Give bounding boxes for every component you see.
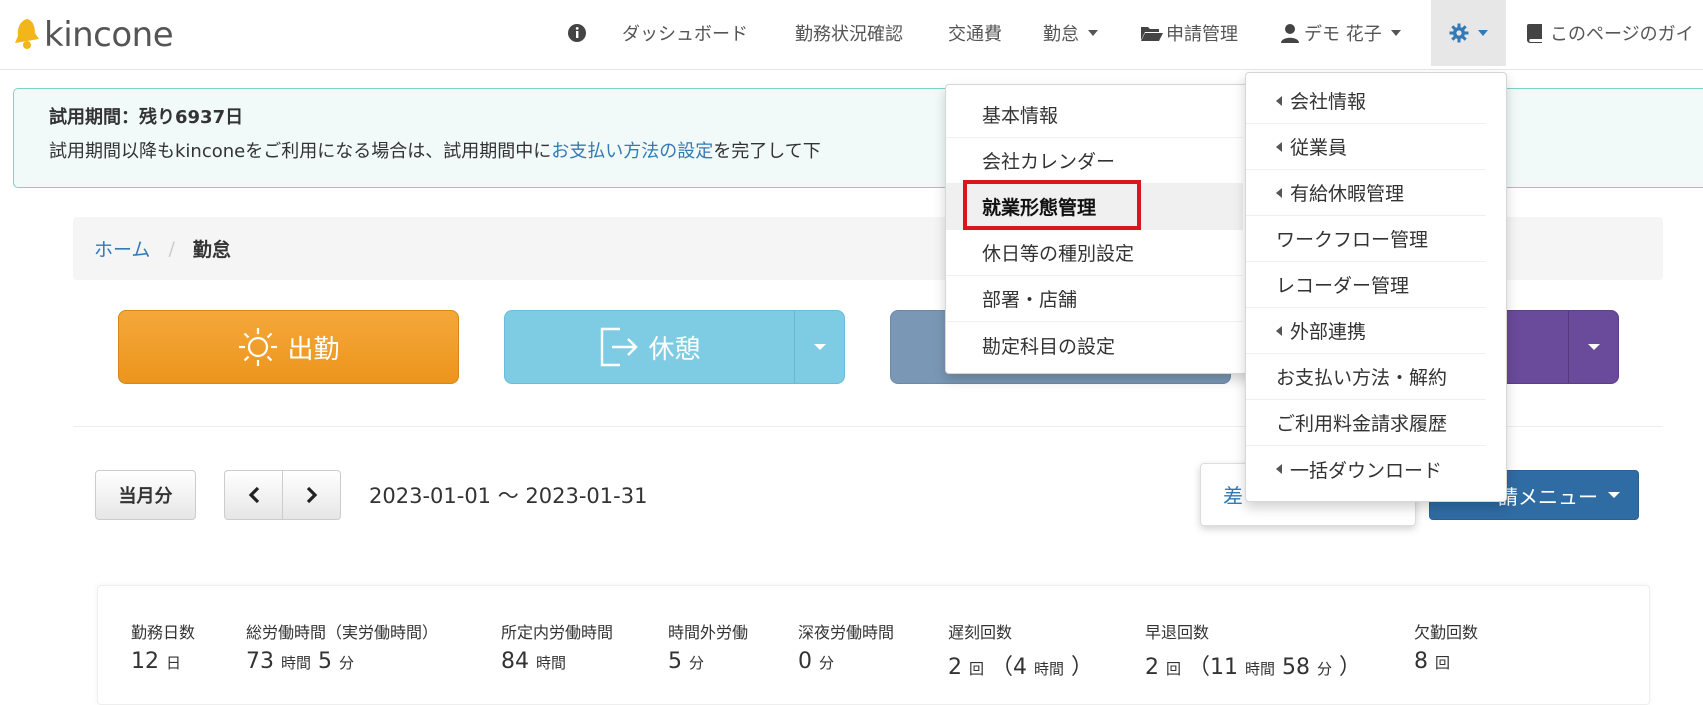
chevron-down-icon [1088, 30, 1098, 36]
trial-text-after: を完了して下 [713, 141, 821, 162]
nav-user-menu[interactable]: デモ 花子 [1280, 0, 1401, 66]
attendance-summary: 勤務日数 12 日 総労働時間（実労働時間） 73 時間 5 分 所定内労働時間… [97, 585, 1650, 705]
purple-dropdown-toggle[interactable] [1568, 311, 1618, 383]
chevron-down-icon [1478, 30, 1488, 36]
stat-total-work-time: 総労働時間（実労働時間） 73 時間 5 分 [246, 623, 439, 674]
breadcrumb-home[interactable]: ホーム [94, 235, 150, 262]
nav-request-management[interactable]: 申請管理 [1140, 0, 1238, 66]
stat-work-days: 勤務日数 12 日 [131, 623, 196, 674]
stat-late-count: 遅刻回数 2 回 （4 時間 ） [948, 623, 1094, 680]
chevron-down-icon [1608, 492, 1620, 498]
book-icon [1527, 24, 1542, 43]
settings-menu-toggle[interactable] [1431, 0, 1506, 66]
clock-in-label: 出勤 [287, 334, 340, 365]
current-month-button[interactable]: 当月分 [95, 470, 196, 520]
nav-page-guide-label: このページのガイ [1550, 24, 1694, 45]
logo-text: kincone [44, 15, 174, 55]
payment-settings-link[interactable]: お支払い方法の設定 [551, 141, 713, 162]
menu-item-company-info[interactable]: 会社情報 [1246, 78, 1486, 124]
caret-left-icon [1276, 95, 1282, 106]
application-menu-label: 請メニュー [1498, 484, 1598, 509]
menu-item-workflow[interactable]: ワークフロー管理 [1246, 216, 1486, 262]
menu-item-paid-leave[interactable]: 有給休暇管理 [1246, 170, 1486, 216]
menu-item-bulk-download[interactable]: 一括ダウンロード [1246, 446, 1486, 492]
caret-left-icon [1276, 325, 1282, 336]
menu-item-company-calendar[interactable]: 会社カレンダー [946, 138, 1243, 184]
caret-left-icon [1276, 141, 1282, 152]
stat-overtime: 時間外労働 5 分 [668, 623, 749, 674]
stat-night-work: 深夜労働時間 0 分 [798, 623, 895, 674]
trial-text-before: 試用期間以降もkinconeをご利用になる場合は、試用期間中に [49, 141, 552, 162]
caret-left-icon [1276, 187, 1282, 198]
menu-item-billing-history[interactable]: ご利用料金請求履歴 [1246, 400, 1486, 446]
menu-item-account-settings[interactable]: 勘定科目の設定 [946, 322, 1243, 368]
nav-page-guide[interactable]: このページのガイ [1526, 0, 1694, 66]
break-label: 休憩 [648, 334, 701, 365]
purple-action-button[interactable] [1495, 310, 1619, 384]
break-button[interactable]: 休憩 [504, 310, 845, 384]
user-icon [1281, 24, 1299, 43]
gear-icon [1449, 23, 1469, 43]
nav-user-name: デモ 花子 [1304, 24, 1382, 45]
kincone-logo[interactable]: kincone [12, 10, 174, 60]
chevron-down-icon [813, 344, 826, 350]
stat-scheduled-work-time: 所定内労働時間 84 時間 [501, 623, 614, 674]
chevron-left-icon [248, 486, 259, 504]
nav-dashboard[interactable]: ダッシュボード [622, 0, 748, 66]
breadcrumb-current: 勤怠 [192, 239, 231, 261]
prev-month-button[interactable] [224, 470, 283, 520]
sign-out-icon [601, 327, 639, 367]
break-dropdown-toggle[interactable] [794, 311, 844, 383]
menu-item-departments-stores[interactable]: 部署・店舗 [946, 276, 1243, 322]
break-main[interactable]: 休憩 [598, 326, 701, 368]
menu-item-basic-info[interactable]: 基本情報 [946, 92, 1243, 138]
nav-request-label: 申請管理 [1166, 24, 1238, 45]
bell-logo-icon [15, 19, 39, 49]
menu-item-recorder[interactable]: レコーダー管理 [1246, 262, 1486, 308]
nav-transport-expenses[interactable]: 交通費 [948, 0, 1002, 66]
next-month-button[interactable] [282, 470, 341, 520]
menu-item-holiday-types[interactable]: 休日等の種別設定 [946, 230, 1243, 276]
chevron-down-icon [1390, 30, 1401, 36]
stat-early-leave-count: 早退回数 2 回 （11 時間 58 分 ） [1145, 623, 1362, 680]
nav-work-status[interactable]: 勤務状況確認 [795, 0, 903, 66]
caret-left-icon [1276, 464, 1282, 474]
chevron-down-icon [1587, 344, 1600, 350]
settings-dropdown-menu: 会社情報 従業員 有給休暇管理 ワークフロー管理 レコーダー管理 外部連携 お支… [1245, 72, 1507, 502]
nav-attendance-label: 勤怠 [1043, 24, 1079, 45]
menu-item-employees[interactable]: 従業員 [1246, 124, 1486, 170]
top-navbar: kincone ダッシュボード 勤務状況確認 交通費 勤怠 申請管理 デモ 花子 [0, 0, 1703, 70]
breadcrumb-separator: / [168, 237, 175, 260]
folder-open-icon [1141, 27, 1163, 41]
menu-item-external-integration[interactable]: 外部連携 [1246, 308, 1486, 354]
info-icon[interactable] [567, 0, 587, 66]
sun-icon [239, 328, 278, 366]
stat-absence-count: 欠勤回数 8 回 [1414, 623, 1479, 674]
menu-item-payment-cancel[interactable]: お支払い方法・解約 [1246, 354, 1486, 400]
chevron-right-icon [306, 486, 317, 504]
period-range: 2023-01-01 〜 2023-01-31 [369, 484, 648, 508]
highlight-box [963, 180, 1141, 230]
nav-attendance[interactable]: 勤怠 [1043, 0, 1098, 66]
clock-in-button[interactable]: 出勤 [118, 310, 459, 384]
